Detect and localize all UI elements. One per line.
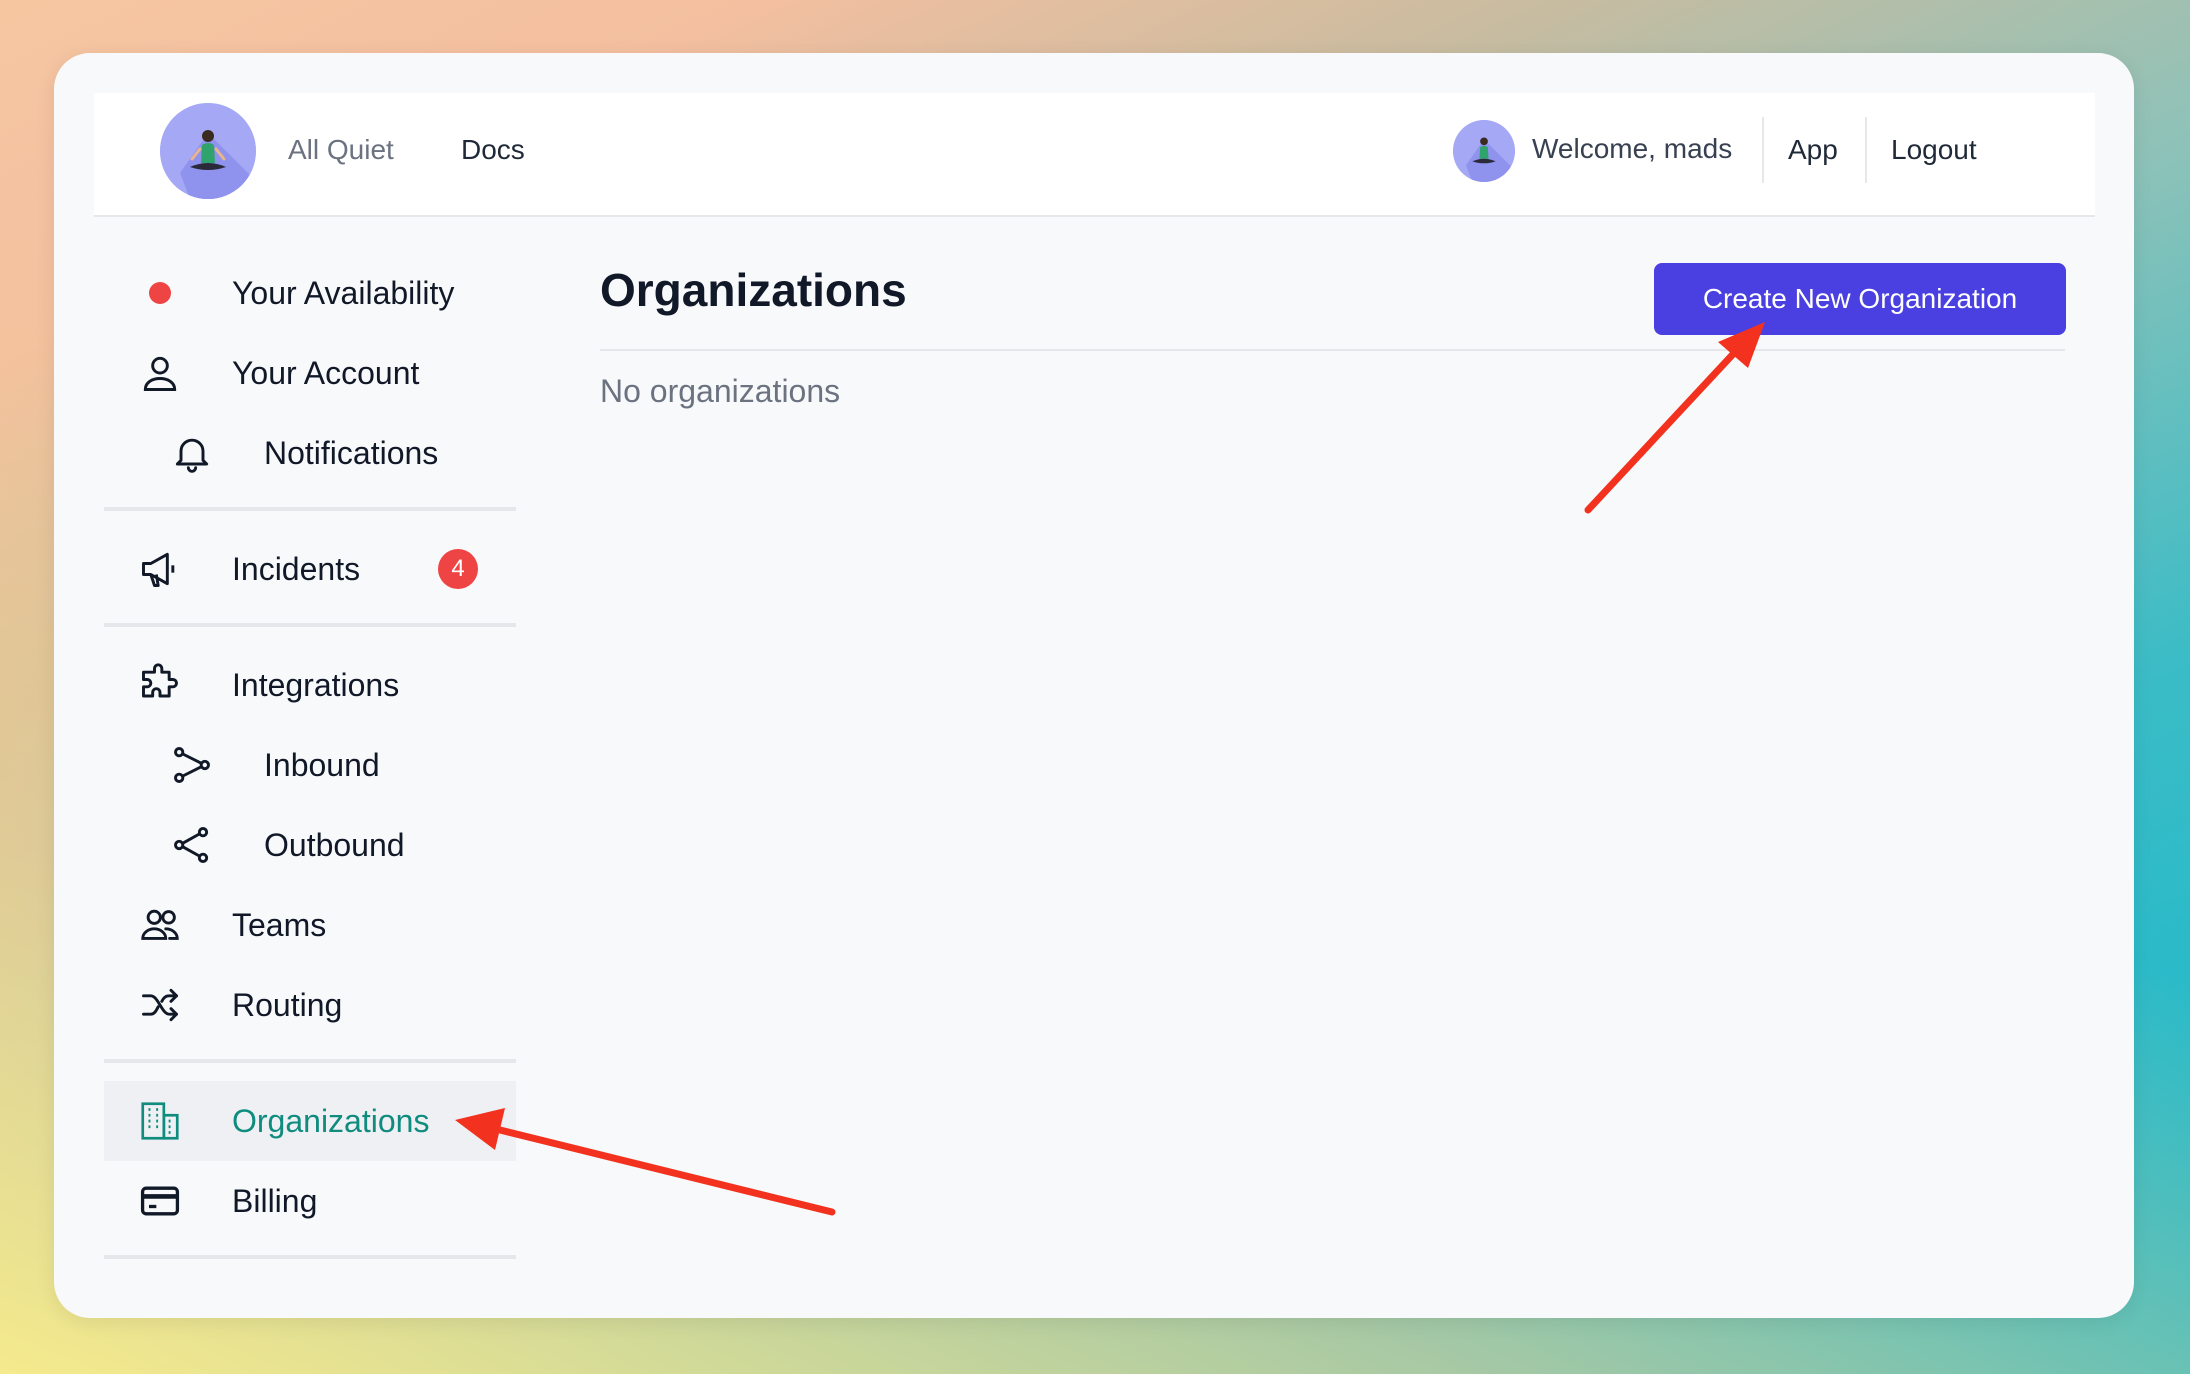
puzzle-icon — [136, 661, 184, 709]
empty-state-text: No organizations — [600, 373, 841, 409]
building-icon — [136, 1097, 184, 1145]
megaphone-icon — [136, 545, 184, 593]
sidebar-item-label: Inbound — [264, 746, 380, 783]
user-avatar[interactable] — [1453, 120, 1515, 182]
sidebar-divider — [104, 507, 516, 511]
sidebar-item-label: Teams — [232, 906, 327, 943]
user-icon — [136, 349, 184, 397]
top-navigation: All Quiet Docs Welcome, mads App Logout — [94, 93, 2095, 217]
sidebar-item-label: Your Account — [232, 354, 420, 391]
sidebar-divider — [104, 623, 516, 627]
brand-logo-icon[interactable] — [160, 103, 256, 199]
sidebar-divider — [104, 1059, 516, 1063]
sidebar-item-inbound[interactable]: Inbound — [104, 725, 516, 805]
sidebar-item-label: Your Availability — [232, 274, 455, 311]
sidebar-item-label: Billing — [232, 1182, 318, 1219]
sidebar-item-integrations[interactable]: Integrations — [104, 645, 516, 725]
bell-icon — [168, 429, 216, 477]
status-dot-icon — [136, 269, 184, 317]
merge-icon — [168, 741, 216, 789]
sidebar-item-teams[interactable]: Teams — [104, 885, 516, 965]
credit-card-icon — [136, 1177, 184, 1225]
nav-separator — [1762, 117, 1764, 183]
nav-logout-link[interactable]: Logout — [1891, 133, 1977, 167]
shuffle-icon — [136, 981, 184, 1029]
nav-separator — [1865, 117, 1867, 183]
sidebar-item-label: Integrations — [232, 666, 400, 703]
sidebar-item-routing[interactable]: Routing — [104, 965, 516, 1045]
page-title: Organizations — [600, 264, 907, 316]
sidebar-item-account[interactable]: Your Account — [104, 333, 516, 413]
create-organization-button[interactable]: Create New Organization — [1654, 263, 2066, 335]
users-icon — [136, 901, 184, 949]
sidebar-item-label: Incidents — [232, 550, 361, 587]
nav-app-link[interactable]: App — [1788, 133, 1838, 167]
sidebar-item-label: Notifications — [264, 434, 439, 471]
sidebar-item-label: Outbound — [264, 826, 405, 863]
sidebar-item-availability[interactable]: Your Availability — [104, 253, 516, 333]
app-window: All Quiet Docs Welcome, mads App Logout … — [54, 53, 2134, 1318]
sidebar-item-label: Organizations — [232, 1102, 430, 1139]
sidebar-divider — [104, 1255, 516, 1259]
share-icon — [168, 821, 216, 869]
incidents-count-badge: 4 — [438, 549, 478, 589]
sidebar-item-billing[interactable]: Billing — [104, 1161, 516, 1241]
welcome-text: Welcome, mads — [1532, 133, 1733, 164]
nav-docs-link[interactable]: Docs — [461, 133, 525, 167]
title-divider — [600, 349, 2065, 351]
sidebar-item-label: Routing — [232, 986, 343, 1023]
sidebar-item-organizations[interactable]: Organizations — [104, 1081, 516, 1161]
sidebar-item-outbound[interactable]: Outbound — [104, 805, 516, 885]
nav-all-quiet-link[interactable]: All Quiet — [288, 133, 394, 167]
sidebar-item-incidents[interactable]: Incidents 4 — [104, 529, 516, 609]
sidebar-item-notifications[interactable]: Notifications — [104, 413, 516, 493]
